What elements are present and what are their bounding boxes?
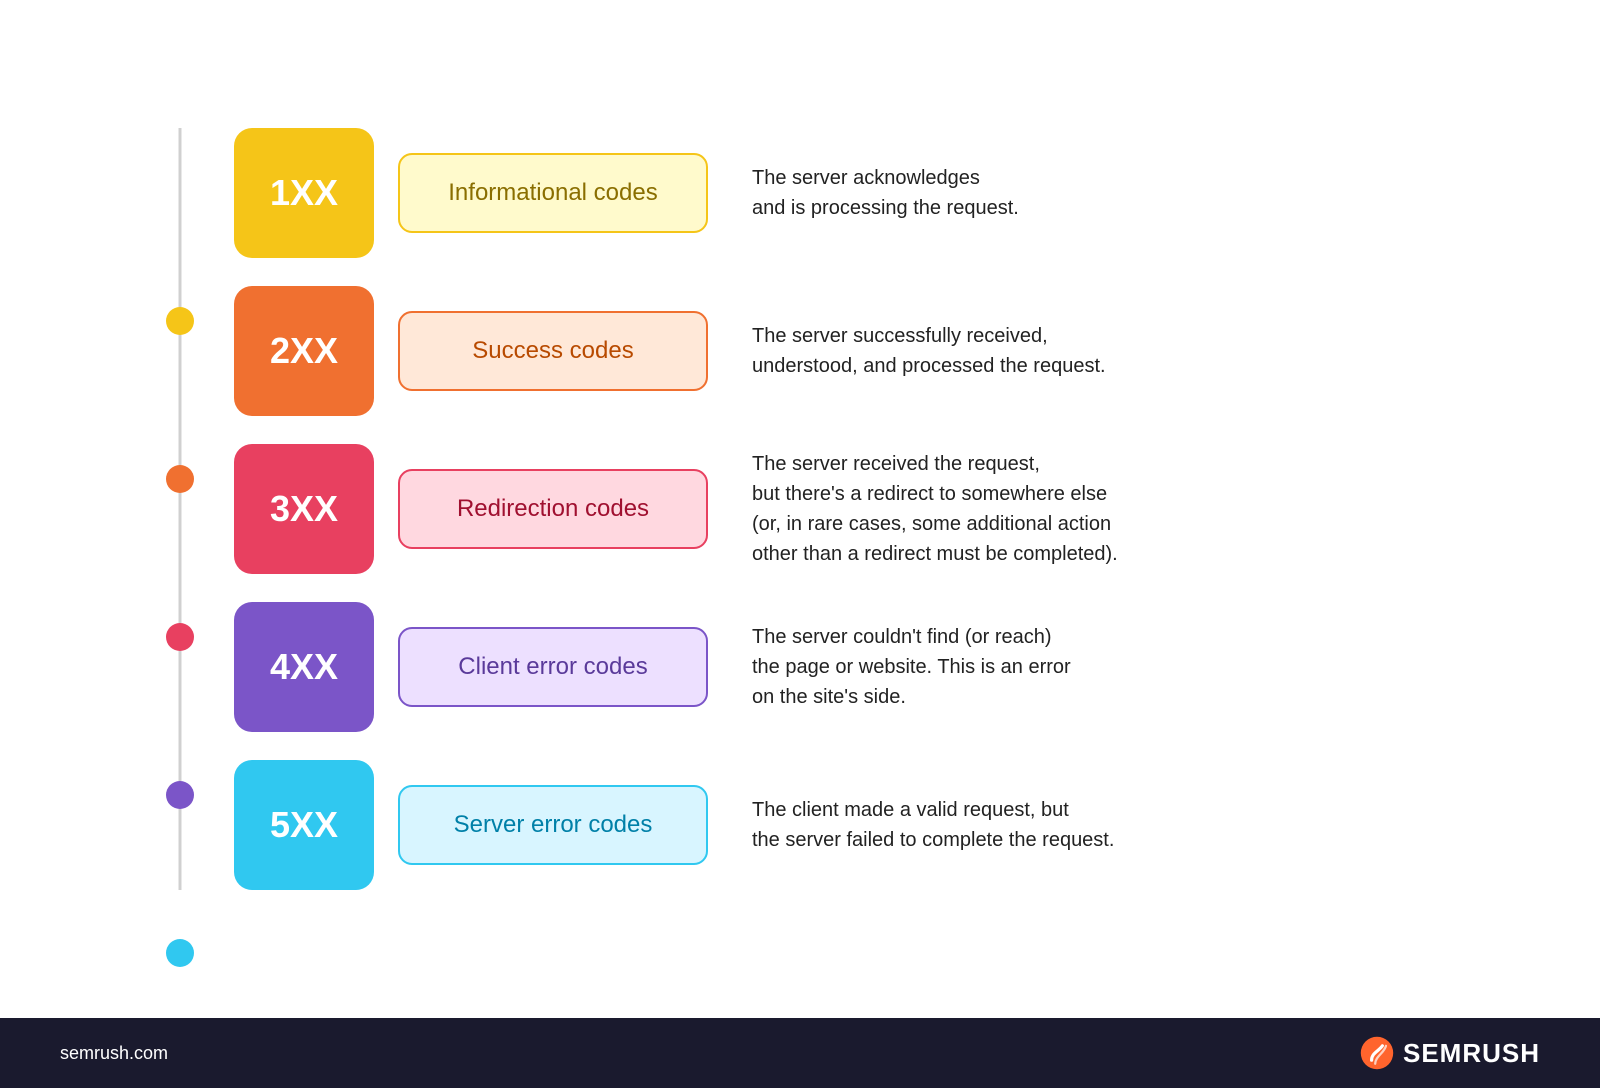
name-label-1: Informational codes bbox=[448, 179, 657, 207]
row-row-2: 2XX Success codes The server successfully … bbox=[234, 286, 1450, 416]
code-box-4: 4XX bbox=[234, 602, 374, 732]
row-row-5: 5XX Server error codes The client made a v… bbox=[234, 760, 1450, 890]
code-label-5: 5XX bbox=[270, 804, 338, 846]
name-box-1: Informational codes bbox=[398, 153, 708, 233]
code-label-1: 1XX bbox=[270, 172, 338, 214]
name-label-3: Redirection codes bbox=[457, 495, 649, 523]
rows-container: 1XX Informational codes The server acknowl… bbox=[234, 128, 1450, 890]
timeline-dot-3 bbox=[166, 623, 194, 651]
code-label-4: 4XX bbox=[270, 646, 338, 688]
row-row-1: 1XX Informational codes The server acknowl… bbox=[234, 128, 1450, 258]
timeline-dot-1 bbox=[166, 307, 194, 335]
timeline-track bbox=[179, 128, 182, 890]
code-label-2: 2XX bbox=[270, 330, 338, 372]
name-box-4: Client error codes bbox=[398, 627, 708, 707]
code-box-3: 3XX bbox=[234, 444, 374, 574]
name-box-3: Redirection codes bbox=[398, 469, 708, 549]
footer-url: semrush.com bbox=[60, 1043, 168, 1064]
code-box-1: 1XX bbox=[234, 128, 374, 258]
semrush-brand-name: SEMRUSH bbox=[1403, 1038, 1540, 1069]
code-box-2: 2XX bbox=[234, 286, 374, 416]
description-1: The server acknowledges and is processin… bbox=[732, 163, 1450, 223]
timeline-dot-4 bbox=[166, 781, 194, 809]
timeline-dot-2 bbox=[166, 465, 194, 493]
name-label-4: Client error codes bbox=[458, 653, 647, 681]
main-content: 1XX Informational codes The server acknowl… bbox=[0, 0, 1600, 1018]
code-box-5: 5XX bbox=[234, 760, 374, 890]
timeline-dot-5 bbox=[166, 939, 194, 967]
row-row-4: 4XX Client error codes The server couldn't… bbox=[234, 602, 1450, 732]
row-row-3: 3XX Redirection codes The server received … bbox=[234, 444, 1450, 574]
timeline bbox=[150, 128, 210, 890]
name-label-5: Server error codes bbox=[454, 811, 653, 839]
semrush-logo: SEMRUSH bbox=[1359, 1035, 1540, 1071]
description-5: The client made a valid request, but the… bbox=[732, 795, 1450, 855]
description-3: The server received the request, but the… bbox=[732, 449, 1450, 569]
name-label-2: Success codes bbox=[472, 337, 633, 365]
name-box-2: Success codes bbox=[398, 311, 708, 391]
code-label-3: 3XX bbox=[270, 488, 338, 530]
description-2: The server successfully received, unders… bbox=[732, 321, 1450, 381]
description-4: The server couldn't find (or reach) the … bbox=[732, 622, 1450, 712]
diagram: 1XX Informational codes The server acknowl… bbox=[150, 128, 1450, 890]
semrush-icon bbox=[1359, 1035, 1395, 1071]
name-box-5: Server error codes bbox=[398, 785, 708, 865]
footer: semrush.com SEMRUSH bbox=[0, 1018, 1600, 1088]
